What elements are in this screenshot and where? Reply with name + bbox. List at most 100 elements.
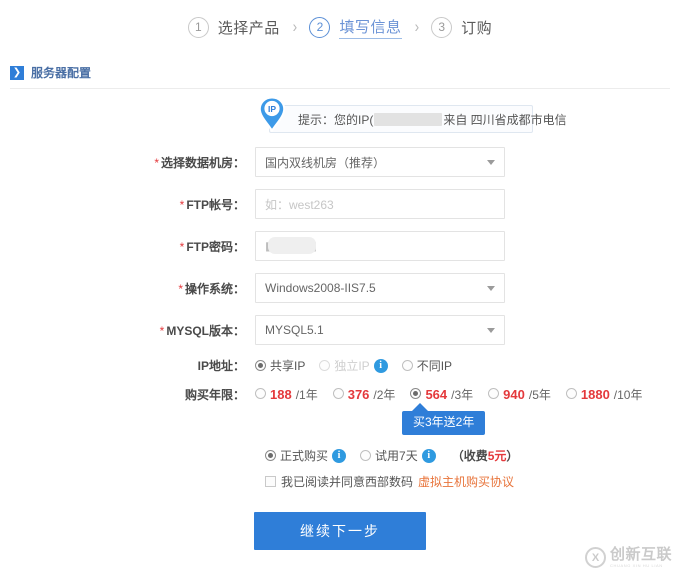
term-unit-2y: /2年 xyxy=(373,388,396,402)
promo-tooltip: 买3年送2年 xyxy=(402,403,486,435)
row-os: * 操作系统： Windows2008-IIS7.5 xyxy=(0,273,680,303)
ip-tip-row: IP 提示：您的IP( 来自 四川省成都市电信 xyxy=(0,96,680,133)
required-marker-ftp-password: * xyxy=(179,239,185,254)
datacenter-selected-value: 国内双线机房（推荐） xyxy=(265,155,386,170)
ip-redacted-value xyxy=(374,112,443,126)
radio-dedicated-ip[interactable] xyxy=(319,360,331,371)
step-2-label: 填写信息 xyxy=(339,16,402,39)
step-1[interactable]: 1 选择产品 xyxy=(187,16,280,38)
trial-fee-note: （收费5元） xyxy=(452,447,519,464)
step-1-label: 选择产品 xyxy=(217,19,280,37)
label-ftp-password: * FTP密码： xyxy=(0,238,255,255)
ip-address-radio-group: 共享IP 独立IP i 不同IP xyxy=(255,357,462,374)
radio-term-2y[interactable] xyxy=(332,388,344,399)
ip-option-different[interactable]: 不同IP xyxy=(401,357,453,374)
step-2-number: 2 xyxy=(309,16,331,38)
radio-term-3y[interactable] xyxy=(410,388,422,399)
label-datacenter-text: 选择数据机房： xyxy=(160,155,245,170)
field-ftp-password: ▮▮▮ xyxy=(255,231,505,261)
agreement-checkbox[interactable] xyxy=(265,476,276,487)
term-option-5y[interactable]: 940 /5年 xyxy=(488,386,551,403)
info-icon-dedicated-ip[interactable]: i xyxy=(373,358,388,373)
label-mysql-text: MYSQL版本： xyxy=(166,323,245,338)
watermark-cn: 创新互联 xyxy=(609,546,672,563)
agreement-group[interactable]: 我已阅读并同意西部数码 虚拟主机购买协议 xyxy=(265,473,514,490)
ftp-user-input[interactable]: 如：west263 xyxy=(255,189,505,219)
server-config-form: IP 提示：您的IP( 来自 四川省成都市电信 * 选择数据机房： 国内双线机房（… xyxy=(0,96,680,550)
step-2[interactable]: 2 填写信息 xyxy=(309,16,402,39)
submit-wrap: 继续下一步 xyxy=(0,512,680,550)
field-os: Windows2008-IIS7.5 xyxy=(255,273,505,303)
required-marker-os: * xyxy=(178,281,183,296)
row-ip-address: IP地址： 共享IP 独立IP i 不同IP xyxy=(0,357,680,374)
ftp-user-placeholder: 如：west263 xyxy=(265,197,334,212)
term-option-3y[interactable]: 564 /3年 xyxy=(410,386,473,403)
term-unit-3y: /3年 xyxy=(451,388,474,402)
watermark: X 创新互联 CHUANG XIN HU LIAN xyxy=(584,547,672,568)
radio-official-purchase[interactable] xyxy=(265,450,276,461)
trial-fee-open: （收费 xyxy=(451,449,488,463)
term-option-10y[interactable]: 1880 /10年 xyxy=(565,386,642,403)
datacenter-select[interactable]: 国内双线机房（推荐） xyxy=(255,147,505,177)
purchase-term-radio-group: 188 /1年 376 /2年 564 /3年 940 /5年 1880 /10… xyxy=(255,386,653,403)
section-header-server-config: ❯ 服务器配置 xyxy=(10,64,670,89)
radio-term-10y[interactable] xyxy=(565,388,577,399)
ip-pin-icon: IP xyxy=(258,96,286,133)
purchase-type-radio-group: 正式购买 i 试用7天 i （收费5元） xyxy=(265,447,680,464)
purchase-type-trial-label: 试用7天 xyxy=(375,449,418,463)
purchase-type-trial[interactable]: 试用7天 i xyxy=(360,447,436,464)
radio-term-1y[interactable] xyxy=(255,388,266,399)
row-datacenter: * 选择数据机房： 国内双线机房（推荐） xyxy=(0,147,680,177)
info-icon-trial-purchase[interactable]: i xyxy=(421,448,436,463)
agreement-link[interactable]: 虚拟主机购买协议 xyxy=(418,473,514,490)
radio-term-5y[interactable] xyxy=(488,388,500,399)
mysql-select[interactable]: MYSQL5.1 xyxy=(255,315,505,345)
row-purchase-type: 正式购买 i 试用7天 i （收费5元） xyxy=(0,447,680,464)
term-price-3y: 564 xyxy=(425,387,448,402)
step-indicator: 1 选择产品 › 2 填写信息 › 3 订购 xyxy=(0,0,680,50)
step-3-label: 订购 xyxy=(461,19,493,37)
os-selected-value: Windows2008-IIS7.5 xyxy=(265,281,376,295)
label-datacenter: * 选择数据机房： xyxy=(0,154,255,171)
watermark-text: 创新互联 CHUANG XIN HU LIAN xyxy=(610,547,672,568)
term-price-1y: 188 xyxy=(270,387,292,402)
watermark-en: CHUANG XIN HU LIAN xyxy=(609,563,663,568)
required-marker-mysql: * xyxy=(159,323,165,338)
radio-different-ip[interactable] xyxy=(401,360,413,371)
label-ftp-password-text: FTP密码： xyxy=(186,239,245,254)
ip-option-shared-label: 共享IP xyxy=(270,359,306,373)
field-mysql: MYSQL5.1 xyxy=(255,315,505,345)
required-marker-datacenter: * xyxy=(154,155,159,170)
ip-option-dedicated[interactable]: 独立IP i xyxy=(319,357,388,374)
row-purchase-term: 购买年限： 188 /1年 376 /2年 564 /3年 940 /5年 18… xyxy=(0,386,680,403)
label-ftp-user-text: FTP帐号： xyxy=(186,197,245,212)
required-marker-ftp-user: * xyxy=(179,197,185,212)
label-os-text: 操作系统： xyxy=(184,281,245,296)
term-price-10y: 1880 xyxy=(580,387,610,402)
radio-trial-purchase[interactable] xyxy=(360,450,372,461)
term-option-1y[interactable]: 188 /1年 xyxy=(255,386,318,403)
purchase-type-official[interactable]: 正式购买 i xyxy=(265,447,347,464)
label-ip-address: IP地址： xyxy=(197,359,245,373)
ip-option-different-label: 不同IP xyxy=(416,359,453,373)
radio-shared-ip[interactable] xyxy=(255,360,266,371)
continue-next-step-button[interactable]: 继续下一步 xyxy=(254,512,426,550)
label-ftp-user: * FTP帐号： xyxy=(0,196,255,213)
term-price-5y: 940 xyxy=(503,387,525,402)
ip-tip-suffix: 来自 四川省成都市电信 xyxy=(443,112,567,127)
label-os: * 操作系统： xyxy=(0,280,255,297)
ip-tip-box: IP 提示：您的IP( 来自 四川省成都市电信 xyxy=(258,96,567,133)
field-ftp-user: 如：west263 xyxy=(255,189,505,219)
row-ftp-password: *FTP密码： ▮▮▮ xyxy=(0,231,680,261)
ip-option-shared[interactable]: 共享IP xyxy=(255,357,305,374)
term-option-2y[interactable]: 376 /2年 xyxy=(332,386,396,403)
info-icon-official-purchase[interactable]: i xyxy=(332,448,347,463)
term-unit-1y: /1年 xyxy=(295,388,318,402)
ftp-password-redaction xyxy=(268,237,316,254)
os-select[interactable]: Windows2008-IIS7.5 xyxy=(255,273,505,303)
step-3[interactable]: 3 订购 xyxy=(431,16,493,38)
field-datacenter: 国内双线机房（推荐） xyxy=(255,147,505,177)
chevron-right-icon: ❯ xyxy=(10,65,24,80)
trial-fee-amount: 5元 xyxy=(487,449,507,463)
ftp-password-input[interactable]: ▮▮▮ xyxy=(255,231,505,261)
